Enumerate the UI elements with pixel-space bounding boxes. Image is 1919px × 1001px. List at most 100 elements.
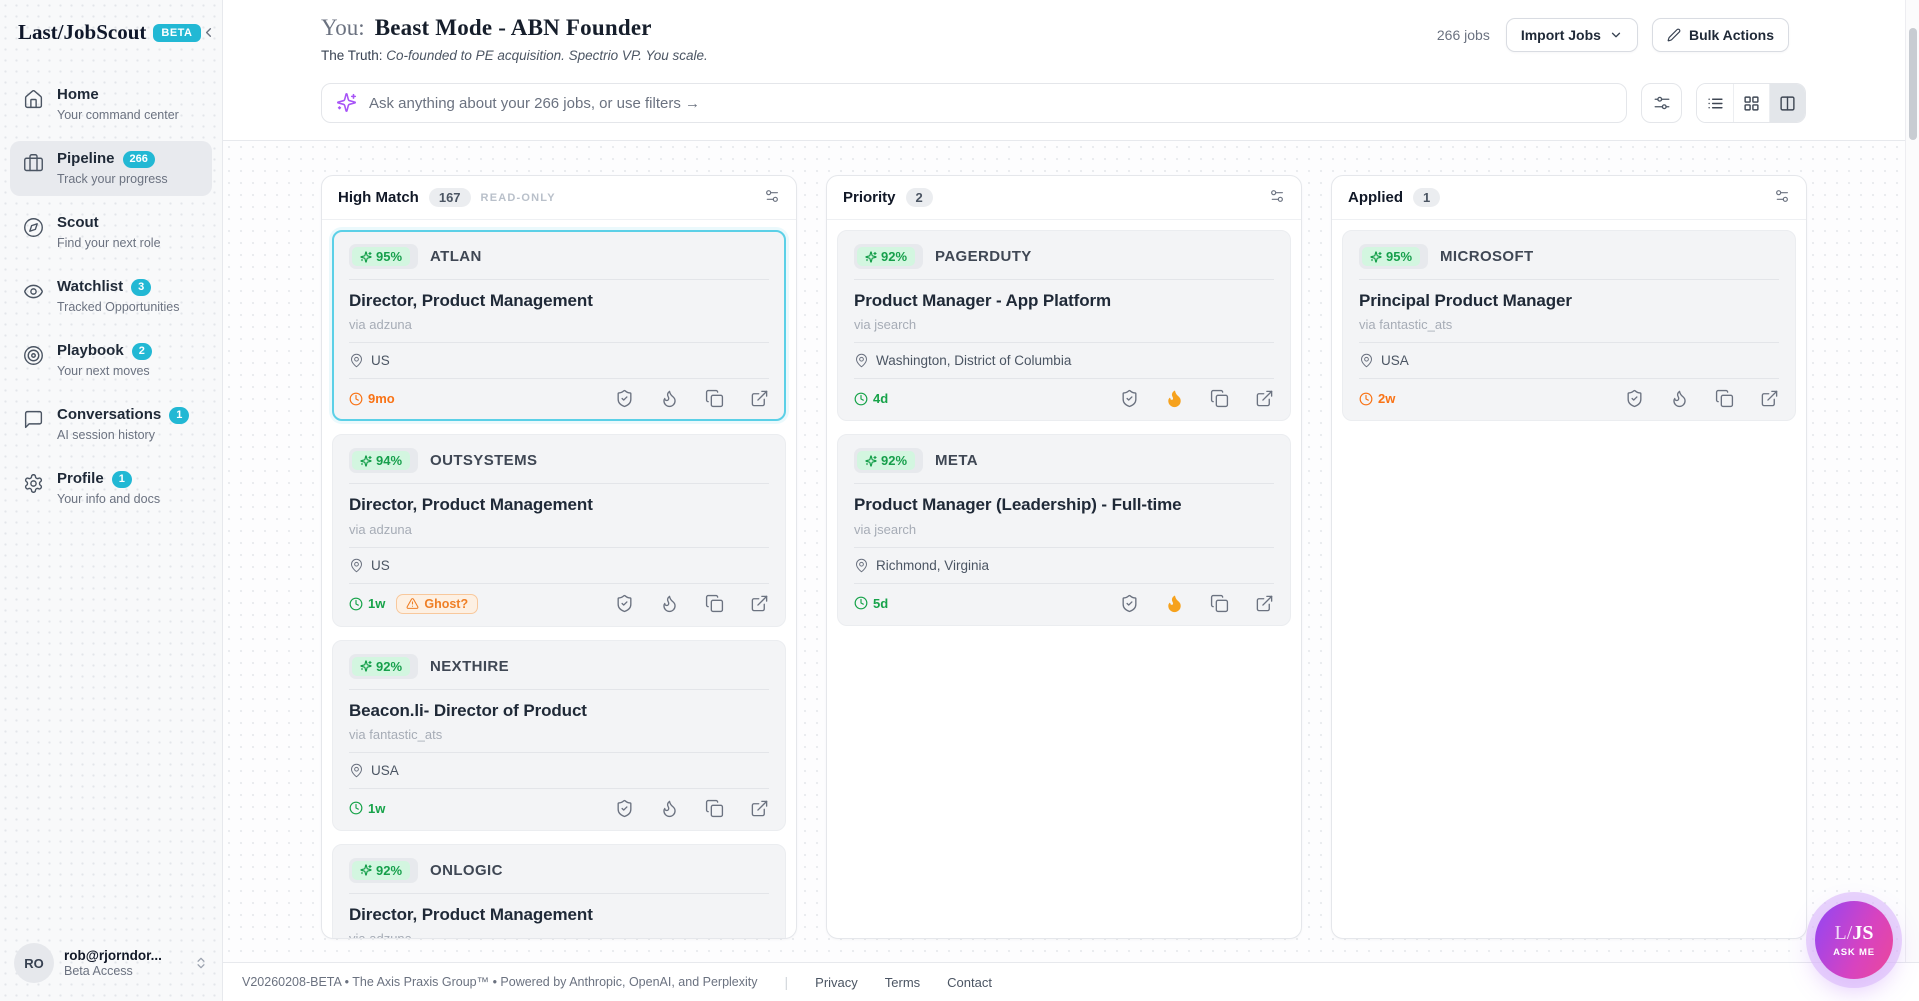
list-view-button[interactable] <box>1697 84 1733 122</box>
shield-check-button[interactable] <box>615 389 634 408</box>
shield-check-button[interactable] <box>615 799 634 818</box>
external-link-button[interactable] <box>1760 389 1779 408</box>
shield-check-button[interactable] <box>1625 389 1644 408</box>
copy-button[interactable] <box>1210 594 1229 613</box>
flame-button[interactable] <box>1670 389 1689 408</box>
divider <box>349 752 769 753</box>
external-link-button[interactable] <box>1255 594 1274 613</box>
beta-badge: BETA <box>153 24 200 42</box>
contact-link[interactable]: Contact <box>947 975 992 990</box>
sidebar-item-scout[interactable]: ScoutFind your next role <box>10 205 212 260</box>
flame-button[interactable] <box>660 594 679 613</box>
job-age: 1w <box>349 801 385 816</box>
sidebar-item-watchlist[interactable]: Watchlist3Tracked Opportunities <box>10 269 212 324</box>
sidebar-item-label: Conversations <box>57 406 161 425</box>
terms-link[interactable]: Terms <box>885 975 920 990</box>
external-link-button[interactable] <box>1255 389 1274 408</box>
column-settings-button[interactable] <box>1269 188 1285 207</box>
sidebar-item-subtitle: AI session history <box>57 427 189 443</box>
match-percent: 94% <box>376 453 402 468</box>
shield-check-button[interactable] <box>615 594 634 613</box>
sidebar-item-text: HomeYour command center <box>57 86 179 123</box>
match-percent: 92% <box>376 863 402 878</box>
job-age-text: 1w <box>368 596 385 611</box>
job-age: 9mo <box>349 391 395 406</box>
sidebar-item-profile[interactable]: Profile1Your info and docs <box>10 461 212 516</box>
clock-icon <box>1359 392 1373 406</box>
sidebar-nav: HomeYour command center Pipeline266Track … <box>0 55 222 516</box>
card-header: 94%OUTSYSTEMS <box>349 448 769 473</box>
copy-icon <box>705 389 724 408</box>
job-card[interactable]: 95%MICROSOFTPrincipal Product Managervia… <box>1342 230 1796 421</box>
sidebar-item-home[interactable]: HomeYour command center <box>10 77 212 132</box>
job-card[interactable]: 94%OUTSYSTEMSDirector, Product Managemen… <box>332 434 786 626</box>
grid-view-button[interactable] <box>1733 84 1769 122</box>
job-card[interactable]: 95%ATLANDirector, Product Managementvia … <box>332 230 786 421</box>
column-settings-button[interactable] <box>764 188 780 207</box>
target-icon <box>23 345 44 366</box>
user-menu[interactable]: RO rob@rjorndor... Beta Access <box>0 929 222 1001</box>
ask-me-fab[interactable]: L/JS ASK ME <box>1815 901 1893 979</box>
match-badge: 94% <box>349 448 418 473</box>
flame-button[interactable] <box>1165 389 1184 408</box>
privacy-link[interactable]: Privacy <box>815 975 858 990</box>
filters-button[interactable] <box>1641 83 1682 123</box>
sidebar-collapse-button[interactable] <box>201 25 216 40</box>
settings-icon <box>1269 188 1285 207</box>
external-link-button[interactable] <box>750 799 769 818</box>
location-pin-icon <box>854 353 869 368</box>
job-card[interactable]: 92%METAProduct Manager (Leadership) - Fu… <box>837 434 1291 625</box>
card-footer: 9mo <box>349 389 769 408</box>
external-link-icon <box>750 799 769 818</box>
divider <box>854 483 1274 484</box>
flame-button[interactable] <box>660 389 679 408</box>
ghost-badge: Ghost? <box>396 594 478 614</box>
job-card[interactable]: 92%ONLOGICDirector, Product Managementvi… <box>332 844 786 938</box>
shield-check-button[interactable] <box>1120 389 1139 408</box>
job-card[interactable]: 92%PAGERDUTYProduct Manager - App Platfo… <box>837 230 1291 421</box>
divider <box>349 378 769 379</box>
column-title: High Match <box>338 189 419 206</box>
copy-button[interactable] <box>705 594 724 613</box>
external-link-icon <box>1760 389 1779 408</box>
sidebar-item-conversations[interactable]: Conversations1AI session history <box>10 397 212 452</box>
flame-icon <box>1670 389 1689 408</box>
job-location-row: US <box>349 558 769 573</box>
external-link-icon <box>1255 594 1274 613</box>
card-header: 92%PAGERDUTY <box>854 244 1274 269</box>
shield-check-icon <box>615 594 634 613</box>
match-percent: 92% <box>881 249 907 264</box>
search-toolbar <box>223 63 1919 140</box>
clock-icon <box>854 392 868 406</box>
column-title: Applied <box>1348 189 1403 206</box>
copy-button[interactable] <box>1715 389 1734 408</box>
copy-icon <box>1715 389 1734 408</box>
import-jobs-button[interactable]: Import Jobs <box>1506 18 1638 52</box>
sparkle-icon <box>865 455 877 467</box>
copy-button[interactable] <box>705 389 724 408</box>
sidebar-item-pipeline[interactable]: Pipeline266Track your progress <box>10 141 212 196</box>
columns-view-button[interactable] <box>1769 84 1805 122</box>
shield-check-button[interactable] <box>1120 594 1139 613</box>
ask-search-input[interactable] <box>321 83 1627 123</box>
truth-text: Co-founded to PE acquisition. Spectrio V… <box>386 48 707 63</box>
column-settings-button[interactable] <box>1774 188 1790 207</box>
external-link-button[interactable] <box>750 389 769 408</box>
bulk-actions-button[interactable]: Bulk Actions <box>1652 18 1789 52</box>
flame-button[interactable] <box>660 799 679 818</box>
card-footer: 1w Ghost? <box>349 594 769 614</box>
flame-button[interactable] <box>1165 594 1184 613</box>
external-link-button[interactable] <box>750 594 769 613</box>
count-badge: 266 <box>123 151 155 168</box>
briefcase-icon <box>23 153 44 174</box>
chevron-down-icon <box>1609 28 1623 42</box>
scrollbar-thumb[interactable] <box>1909 28 1917 140</box>
copy-button[interactable] <box>1210 389 1229 408</box>
copy-button[interactable] <box>705 799 724 818</box>
sparkle-icon <box>360 455 372 467</box>
sidebar-item-playbook[interactable]: Playbook2Your next moves <box>10 333 212 388</box>
job-title: Principal Product Manager <box>1359 290 1779 311</box>
column-priority: Priority292%PAGERDUTYProduct Manager - A… <box>826 175 1302 939</box>
sparkles-icon <box>336 92 357 118</box>
job-card[interactable]: 92%NEXTHIREBeacon.li- Director of Produc… <box>332 640 786 831</box>
